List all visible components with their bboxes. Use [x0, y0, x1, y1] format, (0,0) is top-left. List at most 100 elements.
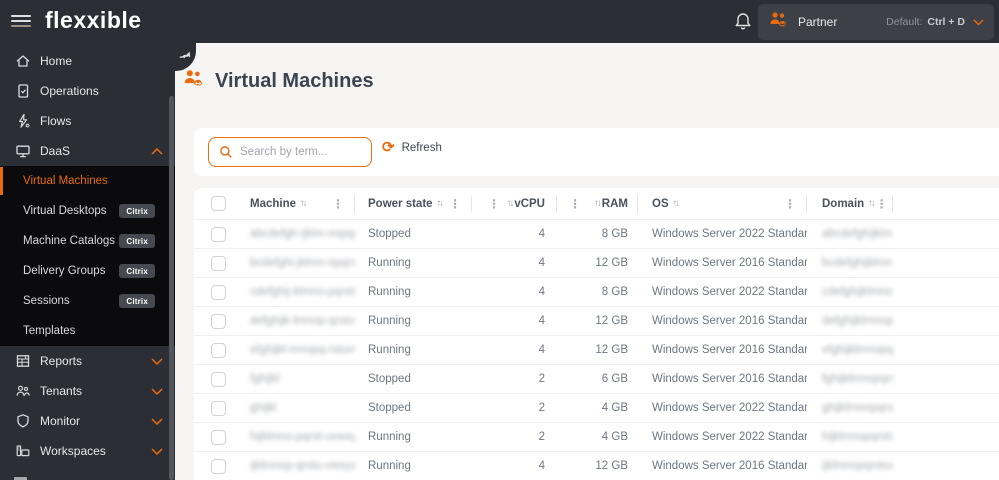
machine-cell: defghijk-lmnop-qrstuvw — [250, 315, 355, 327]
topbar: flexxible Partner Default: Ctrl + D — [0, 0, 999, 43]
sidebar-item-monitor[interactable]: Monitor — [0, 406, 175, 436]
col-power-state: Power state — [368, 197, 433, 210]
table-row[interactable]: bcdefghi-jklmn-opqrstuvw Running 4 12 GB… — [194, 248, 999, 277]
sort-icon[interactable]: ↑↓ — [507, 198, 514, 209]
row-checkbox[interactable] — [210, 342, 226, 358]
sidebar-scrollbar[interactable] — [169, 96, 174, 480]
column-menu-icon[interactable]: ⋮ — [567, 198, 583, 210]
row-checkbox[interactable] — [210, 458, 226, 474]
sort-icon[interactable]: ↑↓ — [594, 198, 601, 209]
monitor-icon — [14, 143, 31, 160]
sidebar: Home Operations Flows DaaS Virtual Machi… — [0, 43, 175, 480]
col-vcpu: vCPU — [514, 197, 545, 210]
sidebar-subitem-sessions[interactable]: Sessions Citrix — [0, 286, 175, 316]
column-menu-icon[interactable]: ⋮ — [874, 198, 890, 210]
col-domain: Domain — [822, 197, 865, 210]
sidebar-subitem-virtual-machines[interactable]: Virtual Machines — [0, 166, 175, 196]
os-cell: Windows Server 2022 Standard — [652, 286, 807, 298]
table-row[interactable]: cdefghij-klmno-pqrstuvwx Running 4 8 GB … — [194, 277, 999, 306]
col-os: OS — [652, 197, 669, 210]
sidebar-item-tenants[interactable]: Tenants — [0, 376, 175, 406]
select-all-checkbox[interactable] — [210, 196, 226, 211]
machine-cell: ghijkl — [250, 402, 277, 414]
table-header-row: Machine ↑↓ ⋮ Power state ↑↓ ⋮ ⋮ ↑↓ vCPU ⋮ ↑↓ RAM… — [194, 188, 999, 219]
refresh-button[interactable]: ⟳ Refresh — [382, 140, 442, 155]
vcpu-cell: 2 — [538, 402, 545, 414]
sidebar-subitem-templates[interactable]: Templates — [0, 316, 175, 346]
ram-cell: 4 GB — [601, 431, 628, 443]
app-logo: flexxible — [45, 7, 142, 33]
column-menu-icon[interactable]: ⋮ — [782, 198, 798, 210]
vm-table: Machine ↑↓ ⋮ Power state ↑↓ ⋮ ⋮ ↑↓ vCPU ⋮ ↑↓ RAM… — [194, 188, 999, 480]
row-checkbox[interactable] — [210, 429, 226, 445]
ram-cell: 12 GB — [595, 257, 628, 269]
users-icon — [182, 68, 206, 94]
table-toolbar: ⟳ Refresh — [194, 128, 999, 176]
partner-users-icon — [768, 10, 790, 35]
sort-icon[interactable]: ↑↓ — [673, 198, 680, 209]
row-checkbox[interactable] — [210, 400, 226, 416]
os-cell: Windows Server 2016 Standard — [652, 460, 807, 472]
domain-cell: abcdefghijklmn — [822, 228, 893, 240]
table-row[interactable]: fghijkl Stopped 2 6 GB Windows Server 20… — [194, 364, 999, 393]
chevron-down-icon — [151, 417, 163, 425]
row-checkbox[interactable] — [210, 226, 226, 242]
row-checkbox[interactable] — [210, 255, 226, 271]
domain-cell: ijklmnopqrstuv — [822, 460, 893, 472]
row-checkbox[interactable] — [210, 371, 226, 387]
row-checkbox[interactable] — [210, 284, 226, 300]
row-checkbox[interactable] — [210, 313, 226, 329]
workspace-icon — [14, 443, 31, 460]
table-row[interactable]: ijklmnop-qrstu-vwxyzabc Running 4 12 GB … — [194, 451, 999, 480]
os-cell: Windows Server 2016 Standard — [652, 344, 807, 356]
domain-cell: defghijklmnopq — [822, 315, 893, 327]
column-menu-icon[interactable]: ⋮ — [486, 198, 502, 210]
power-state-cell: Running — [368, 431, 411, 443]
tenants-people-icon — [14, 383, 31, 400]
table-row[interactable]: ghijkl Stopped 2 4 GB Windows Server 202… — [194, 393, 999, 422]
sort-icon[interactable]: ↑↓ — [300, 198, 307, 209]
sidebar-item-operations[interactable]: Operations — [0, 76, 175, 106]
partner-switcher[interactable]: Partner Default: Ctrl + D — [758, 4, 994, 40]
os-cell: Windows Server 2016 Standard — [652, 257, 807, 269]
sidebar-item-flows[interactable]: Flows — [0, 106, 175, 136]
sidebar-item-workspaces[interactable]: Workspaces — [0, 436, 175, 466]
page-title: Virtual Machines — [182, 68, 374, 94]
table-row[interactable]: efghijkl-mnopq-rstuvw Running 4 12 GB Wi… — [194, 335, 999, 364]
sidebar-item-daas[interactable]: DaaS — [0, 136, 175, 166]
os-cell: Windows Server 2022 Standard — [652, 431, 807, 443]
machine-cell: hijklmno-pqrst-uvwxyzab — [250, 431, 355, 443]
power-state-cell: Stopped — [368, 228, 411, 240]
home-icon — [14, 53, 31, 70]
power-state-cell: Running — [368, 460, 411, 472]
flows-bolt-icon — [14, 113, 31, 130]
domain-cell: fghijklmnopqrs — [822, 373, 893, 385]
menu-icon[interactable] — [11, 12, 31, 30]
sidebar-item-reports[interactable]: Reports — [0, 346, 175, 376]
os-cell: Windows Server 2022 Standard — [652, 228, 807, 240]
chevron-down-icon — [151, 447, 163, 455]
main-content: Virtual Machines ⟳ Refresh Machine↑↓⋮ Po… — [175, 43, 999, 480]
sidebar-subitem-machine-catalogs[interactable]: Machine Catalogs Citrix — [0, 226, 175, 256]
partner-label: Partner — [798, 15, 838, 29]
column-menu-icon[interactable]: ⋮ — [447, 198, 463, 210]
search-box — [208, 137, 372, 167]
domain-cell: hijklmnopqrstu — [822, 431, 893, 443]
search-input[interactable] — [240, 146, 358, 158]
sidebar-subitem-delivery-groups[interactable]: Delivery Groups Citrix — [0, 256, 175, 286]
sort-icon[interactable]: ↑↓ — [437, 198, 444, 209]
column-menu-icon[interactable]: ⋮ — [330, 198, 346, 210]
table-row[interactable]: hijklmno-pqrst-uvwxyzab Running 2 4 GB W… — [194, 422, 999, 451]
table-row[interactable]: defghijk-lmnop-qrstuvw Running 4 12 GB W… — [194, 306, 999, 335]
notification-bell-icon[interactable] — [733, 11, 753, 33]
machine-cell: fghijkl — [250, 373, 280, 385]
table-row[interactable]: abcdefgh-ijklm-nopqrstuv Stopped 4 8 GB … — [194, 219, 999, 248]
sidebar-subitem-virtual-desktops[interactable]: Virtual Desktops Citrix — [0, 196, 175, 226]
report-grid-icon — [14, 353, 31, 370]
sidebar-item-home[interactable]: Home — [0, 46, 175, 76]
chevron-up-icon — [151, 147, 163, 155]
power-state-cell: Running — [368, 257, 411, 269]
vcpu-cell: 4 — [538, 315, 545, 327]
vcpu-cell: 2 — [538, 431, 545, 443]
vcpu-cell: 2 — [538, 373, 545, 385]
